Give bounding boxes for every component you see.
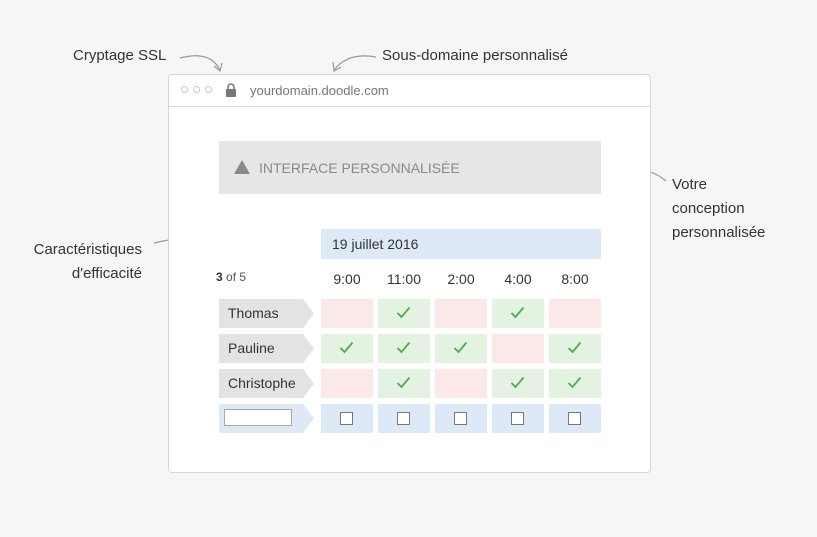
vote-checkbox[interactable] <box>568 412 581 425</box>
vote-cell-no <box>492 334 544 363</box>
url-text[interactable]: yourdomain.doodle.com <box>250 83 389 98</box>
vote-cell-empty <box>492 404 544 433</box>
time-slot-header: 11:00 <box>387 271 421 287</box>
counter-current: 3 <box>216 270 223 284</box>
vote-checkbox[interactable] <box>397 412 410 425</box>
arrow-subdomain <box>333 55 377 71</box>
custom-banner: INTERFACE PERSONNALISÉE <box>219 141 601 194</box>
arrow-ssl-head <box>213 62 223 73</box>
vote-cell-no <box>435 299 487 328</box>
callout-efficiency-line2: d'efficacité <box>71 265 142 282</box>
checkmark-icon <box>567 341 582 359</box>
time-slot-header: 4:00 <box>504 271 532 287</box>
vote-cell-empty <box>321 404 373 433</box>
vote-checkbox[interactable] <box>454 412 467 425</box>
participant-name: Pauline <box>219 334 314 363</box>
vote-cell-yes <box>549 369 601 398</box>
vote-cell-yes <box>378 299 430 328</box>
window-close-dot[interactable] <box>181 86 188 93</box>
vote-checkbox[interactable] <box>511 412 524 425</box>
vote-cell-no <box>321 369 373 398</box>
arrow-ssl <box>179 55 221 71</box>
vote-cell-yes <box>378 334 430 363</box>
participant-name: Christophe <box>219 369 314 398</box>
checkmark-icon <box>396 341 411 359</box>
vote-cell-yes <box>378 369 430 398</box>
lock-icon <box>225 83 237 102</box>
vote-cell-empty <box>435 404 487 433</box>
checkmark-icon <box>396 306 411 324</box>
vote-cell-yes <box>435 334 487 363</box>
vote-checkbox[interactable] <box>340 412 353 425</box>
triangle-logo-icon <box>234 160 250 179</box>
checkmark-icon <box>510 306 525 324</box>
vote-cell-no <box>549 299 601 328</box>
browser-window: yourdomain.doodle.com INTERFACE PERSONNA… <box>168 74 651 473</box>
vote-cell-empty <box>378 404 430 433</box>
vote-cell-empty <box>549 404 601 433</box>
time-slot-header: 8:00 <box>561 271 589 287</box>
new-participant-row <box>219 404 314 433</box>
callout-design-line3: personnalisée <box>672 224 766 241</box>
checkmark-icon <box>453 341 468 359</box>
callout-subdomain: Sous-domaine personnalisé <box>382 47 568 64</box>
participant-name-input[interactable] <box>224 409 292 426</box>
callout-efficiency-line1: Caractéristiques <box>33 241 142 258</box>
counter-rest: of 5 <box>222 270 247 284</box>
callout-design: Votre conception personnalisée <box>672 173 765 245</box>
vote-cell-yes <box>492 369 544 398</box>
banner-text: INTERFACE PERSONNALISÉE <box>259 160 460 176</box>
window-zoom-dot[interactable] <box>205 86 212 93</box>
callout-ssl: Cryptage SSL <box>73 47 167 64</box>
vote-cell-yes <box>321 334 373 363</box>
time-slot-header: 9:00 <box>333 271 361 287</box>
address-bar: yourdomain.doodle.com <box>169 75 650 107</box>
poll-date-header: 19 juillet 2016 <box>321 229 601 259</box>
checkmark-icon <box>396 376 411 394</box>
checkmark-icon <box>510 376 525 394</box>
checkmark-icon <box>339 341 354 359</box>
option-counter: 3 of 5 <box>216 270 246 284</box>
callout-efficiency: Caractéristiques d'efficacité <box>20 238 142 286</box>
vote-cell-yes <box>492 299 544 328</box>
time-slot-header: 2:00 <box>447 271 475 287</box>
callout-design-line1: Votre <box>672 176 708 193</box>
vote-cell-no <box>435 369 487 398</box>
window-minimize-dot[interactable] <box>193 86 200 93</box>
checkmark-icon <box>567 376 582 394</box>
vote-cell-no <box>321 299 373 328</box>
callout-design-line2: conception <box>672 200 745 217</box>
vote-cell-yes <box>549 334 601 363</box>
participant-name: Thomas <box>219 299 314 328</box>
arrow-subdomain-head <box>332 61 342 72</box>
